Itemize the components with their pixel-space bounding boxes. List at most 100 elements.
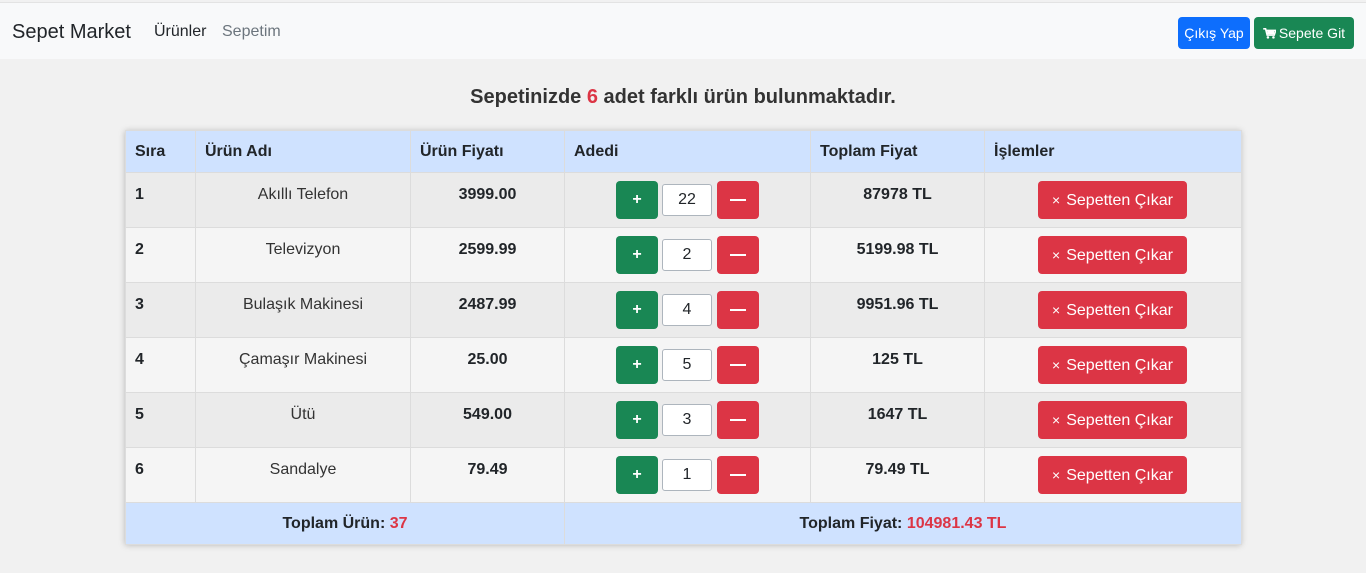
quantity-cell: +5 (564, 337, 811, 393)
go-to-cart-button[interactable]: Sepete Git (1254, 17, 1354, 49)
increase-quantity-button[interactable]: + (616, 236, 658, 274)
table-footer-row: Toplam Ürün: 37 Toplam Fiyat: 104981.43 … (125, 502, 1242, 545)
row-total-price: 9951.96 TL (810, 282, 985, 338)
table-row: 2 Televizyon 2599.99 +2 5199.98 TL × Sepetten … (125, 227, 1242, 283)
product-name: Bulaşık Makinesi (195, 282, 411, 338)
logout-button[interactable]: Çıkış Yap (1178, 17, 1250, 49)
increase-quantity-button[interactable]: + (616, 346, 658, 384)
cart-table-container: Sıra Ürün Adı Ürün Fiyatı Adedi Toplam F… (125, 130, 1242, 545)
quantity-input[interactable]: 5 (662, 349, 712, 381)
row-total-price: 87978 TL (810, 172, 985, 228)
product-price: 2487.99 (410, 282, 565, 338)
decrease-quantity-button[interactable] (717, 456, 759, 494)
minus-icon (730, 419, 746, 421)
header-urun-fiyati: Ürün Fiyatı (410, 130, 565, 173)
total-price-label: Toplam Fiyat: (799, 514, 903, 532)
quantity-input[interactable]: 1 (662, 459, 712, 491)
quantity-cell: +1 (564, 447, 811, 503)
actions-cell: × Sepetten Çıkar (984, 392, 1242, 448)
quantity-cell: +22 (564, 172, 811, 228)
row-total-price: 1647 TL (810, 392, 985, 448)
headline-count: 6 (586, 86, 598, 108)
quantity-cell: +2 (564, 227, 811, 283)
product-price: 549.00 (410, 392, 565, 448)
total-price-cell: Toplam Fiyat: 104981.43 TL (564, 502, 1242, 545)
remove-from-cart-button[interactable]: × Sepetten Çıkar (1038, 181, 1187, 219)
quantity-stepper: +2 (616, 236, 760, 274)
table-row: 4 Çamaşır Makinesi 25.00 +5 125 TL × Sepetten … (125, 337, 1242, 393)
close-icon: × (1052, 467, 1061, 483)
table-row: 6 Sandalye 79.49 +1 79.49 TL × Sepetten Çıkar (125, 447, 1242, 503)
header-urun-adi: Ürün Adı (195, 130, 411, 173)
nav-link-sepetim[interactable]: Sepetim (222, 23, 281, 41)
actions-cell: × Sepetten Çıkar (984, 447, 1242, 503)
total-items-label: Toplam Ürün: (282, 514, 386, 532)
increase-quantity-button[interactable]: + (616, 401, 658, 439)
increase-quantity-button[interactable]: + (616, 291, 658, 329)
table-row: 1 Akıllı Telefon 3999.00 +22 87978 TL × Sepett… (125, 172, 1242, 228)
increase-quantity-button[interactable]: + (616, 456, 658, 494)
remove-from-cart-button[interactable]: × Sepetten Çıkar (1038, 456, 1187, 494)
remove-label: Sepetten Çıkar (1066, 357, 1173, 374)
minus-icon (730, 474, 746, 476)
go-to-cart-label: Sepete Git (1278, 25, 1346, 41)
row-index: 1 (125, 172, 196, 228)
minus-icon (730, 199, 746, 201)
quantity-input[interactable]: 4 (662, 294, 712, 326)
quantity-cell: +3 (564, 392, 811, 448)
close-icon: × (1052, 357, 1061, 373)
table-header-row: Sıra Ürün Adı Ürün Fiyatı Adedi Toplam F… (125, 130, 1242, 173)
cart-summary-headline: Sepetinizde 6 adet farklı ürün bulunmakt… (0, 86, 1366, 109)
remove-from-cart-button[interactable]: × Sepetten Çıkar (1038, 401, 1187, 439)
increase-quantity-button[interactable]: + (616, 181, 658, 219)
remove-label: Sepetten Çıkar (1066, 192, 1173, 209)
decrease-quantity-button[interactable] (717, 236, 759, 274)
product-price: 2599.99 (410, 227, 565, 283)
nav-link-urunler[interactable]: Ürünler (154, 23, 206, 41)
product-name: Ütü (195, 392, 411, 448)
total-items-cell: Toplam Ürün: 37 (125, 502, 565, 545)
remove-from-cart-button[interactable]: × Sepetten Çıkar (1038, 236, 1187, 274)
cart-table: Sıra Ürün Adı Ürün Fiyatı Adedi Toplam F… (125, 130, 1242, 545)
quantity-stepper: +5 (616, 346, 760, 384)
product-name: Sandalye (195, 447, 411, 503)
brand-logo[interactable]: Sepet Market (12, 21, 131, 44)
navbar: Sepet Market Ürünler Sepetim Çıkış Yap S… (0, 2, 1366, 59)
row-index: 4 (125, 337, 196, 393)
row-index: 5 (125, 392, 196, 448)
table-row: 3 Bulaşık Makinesi 2487.99 +4 9951.96 TL × Sep… (125, 282, 1242, 338)
quantity-stepper: +1 (616, 456, 760, 494)
decrease-quantity-button[interactable] (717, 291, 759, 329)
quantity-cell: +4 (564, 282, 811, 338)
quantity-stepper: +22 (616, 181, 760, 219)
remove-from-cart-button[interactable]: × Sepetten Çıkar (1038, 346, 1187, 384)
quantity-input[interactable]: 3 (662, 404, 712, 436)
actions-cell: × Sepetten Çıkar (984, 282, 1242, 338)
remove-from-cart-button[interactable]: × Sepetten Çıkar (1038, 291, 1187, 329)
decrease-quantity-button[interactable] (717, 181, 759, 219)
row-index: 3 (125, 282, 196, 338)
minus-icon (730, 254, 746, 256)
product-price: 25.00 (410, 337, 565, 393)
total-price-value: 104981.43 TL (906, 514, 1007, 532)
table-row: 5 Ütü 549.00 +3 1647 TL × Sepetten Çıkar (125, 392, 1242, 448)
product-price: 79.49 (410, 447, 565, 503)
decrease-quantity-button[interactable] (717, 346, 759, 384)
decrease-quantity-button[interactable] (717, 401, 759, 439)
row-total-price: 5199.98 TL (810, 227, 985, 283)
row-index: 2 (125, 227, 196, 283)
quantity-stepper: +3 (616, 401, 760, 439)
remove-label: Sepetten Çıkar (1066, 467, 1173, 484)
quantity-input[interactable]: 22 (662, 184, 712, 216)
quantity-input[interactable]: 2 (662, 239, 712, 271)
total-items-value: 37 (389, 514, 408, 532)
header-islemler: İşlemler (984, 130, 1242, 173)
product-price: 3999.00 (410, 172, 565, 228)
row-index: 6 (125, 447, 196, 503)
close-icon: × (1052, 412, 1061, 428)
headline-prefix: Sepetinizde (470, 86, 582, 108)
header-adedi: Adedi (564, 130, 811, 173)
close-icon: × (1052, 302, 1061, 318)
row-total-price: 125 TL (810, 337, 985, 393)
remove-label: Sepetten Çıkar (1066, 412, 1173, 429)
